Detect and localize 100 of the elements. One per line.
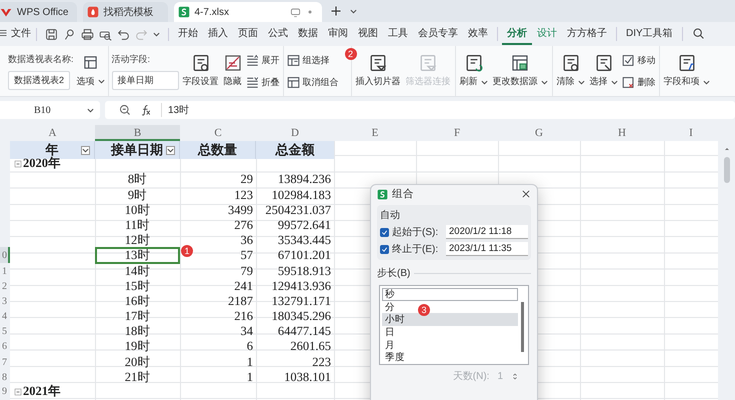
table-cell: 180345.296 (272, 309, 331, 324)
ribbon-tab[interactable]: 开始 (173, 23, 203, 45)
ribbon-tab[interactable]: 会员专享 (413, 23, 463, 45)
table-cell: 36 (240, 233, 253, 248)
file-menu[interactable]: 文件 (0, 23, 36, 45)
step-badge: 1 (181, 245, 193, 258)
list-item[interactable]: 小时 (382, 313, 518, 326)
table-cell[interactable]: 17时 (95, 308, 180, 326)
ungroup-button[interactable]: 取消组合 (286, 76, 339, 88)
end-label: 终止于(E): (392, 242, 438, 256)
pivot-name-field[interactable]: 数据透视表2 (8, 70, 70, 90)
table-cell: 79 (240, 264, 253, 278)
header-cell: 接单日期 (111, 141, 163, 159)
document-tab[interactable]: 找稻壳模板 (82, 2, 168, 22)
end-field[interactable]: 2023/1/1 11:35 (446, 242, 528, 256)
move-button[interactable]: 移动 (622, 54, 656, 66)
table-cell[interactable]: 13时 (95, 247, 180, 264)
table-cell: 29 (240, 172, 253, 188)
step-badge: 2 (344, 48, 357, 60)
table-cell: 123 (234, 188, 253, 203)
change-source-button[interactable]: 更改数据源 (492, 54, 549, 88)
active-field-field[interactable]: 接单日期 (112, 70, 179, 90)
refresh-button[interactable]: 刷新 (458, 54, 489, 88)
table-cell: 35343.445 (278, 233, 331, 248)
ribbon-tab[interactable]: 插入 (203, 23, 233, 45)
ribbon-tab[interactable]: 方方格子 (562, 23, 612, 45)
table-cell: 13894.236 (278, 172, 331, 188)
step-list[interactable]: 秒 分 小时 日 月 季度 3 (379, 285, 529, 365)
document-tab[interactable]: 4-7.xlsx (174, 2, 322, 22)
delete-button[interactable]: 删除 (622, 76, 656, 88)
table-cell[interactable]: 21时 (95, 368, 180, 386)
list-item[interactable]: 季度 (382, 351, 518, 364)
table-cell: 129413.936 (272, 278, 331, 294)
table-cell: 1 (246, 370, 253, 385)
ribbon-tab[interactable]: 视图 (353, 23, 383, 45)
ribbon-tab[interactable]: 审阅 (323, 23, 353, 45)
insert-slicer-button[interactable]: 插入切片器 (354, 54, 402, 88)
group-label: 2020年 (23, 156, 61, 172)
step-badge: 3 (418, 304, 430, 316)
header-cell: 总金额 (276, 141, 314, 159)
document-tab[interactable]: WPS Office (0, 2, 76, 22)
ribbon-tab[interactable]: 工具 (383, 23, 413, 45)
field-settings-button[interactable]: 字段设置 (182, 54, 220, 88)
column-header[interactable]: B (95, 125, 180, 141)
section-label: 自动 (380, 209, 401, 222)
name-box[interactable]: B10 (0, 101, 100, 119)
list-item[interactable]: 月 (382, 338, 518, 352)
ribbon-tab[interactable]: 页面 (233, 23, 263, 45)
table-cell[interactable]: 19时 (95, 338, 180, 356)
ribbon-tab[interactable]: DIY工具箱 (621, 23, 678, 45)
list-item[interactable]: 日 (382, 326, 518, 339)
ribbon-tab[interactable]: 公式 (263, 23, 293, 45)
table-cell: 99572.641 (278, 218, 331, 233)
pivot-name-label: 数据透视表名称: (8, 52, 74, 66)
table-cell: 6 (246, 339, 253, 354)
options-button[interactable]: 选项 (76, 74, 105, 88)
table-cell[interactable]: 20时 (95, 354, 180, 371)
ribbon-tab[interactable]: 数据 (293, 23, 323, 45)
header-cell: 总数量 (198, 141, 237, 159)
table-cell[interactable]: 18时 (95, 323, 180, 340)
hide-button[interactable]: 隐藏 (222, 54, 243, 88)
table-cell: 2601.65 (290, 339, 331, 354)
table-cell: 57 (240, 248, 253, 264)
table-cell: 67101.201 (278, 248, 331, 264)
dialog-title: 组合 (392, 187, 414, 201)
ribbon-tab[interactable]: 效率 (463, 23, 493, 45)
table-cell: 241 (234, 278, 253, 294)
table-cell[interactable]: 8时 (95, 171, 180, 188)
table-cell[interactable]: 15时 (95, 278, 180, 295)
clear-button[interactable]: 清除 (556, 54, 586, 88)
table-cell: 276 (234, 218, 253, 233)
table-cell: 1 (246, 354, 253, 370)
table-cell[interactable]: 11时 (95, 216, 180, 234)
ribbon-tab[interactable]: 设计 (532, 23, 562, 45)
active-field-label: 活动字段: (112, 52, 152, 66)
table-cell: 1038.101 (284, 370, 331, 385)
formula-bar[interactable]: 13时 (105, 101, 735, 119)
table-cell: 64477.145 (278, 324, 331, 340)
days-label: 天数(N): (452, 370, 490, 383)
collapse-button[interactable]: 折叠 (246, 76, 280, 88)
expand-button[interactable]: 展开 (246, 54, 280, 66)
table-cell: 3499 (228, 202, 253, 218)
table-cell[interactable]: 9时 (95, 186, 180, 204)
table-cell: 59518.913 (278, 264, 331, 278)
table-cell: 2504231.037 (265, 202, 331, 218)
table-cell[interactable]: 12时 (95, 232, 180, 250)
fields-items-button[interactable]: 字段和项 (662, 54, 711, 88)
start-field[interactable]: 2020/1/2 11:18 (446, 225, 528, 239)
table-cell: 132791.171 (272, 294, 331, 309)
table-cell[interactable]: 10时 (95, 202, 180, 219)
start-label: 起始于(S): (392, 226, 438, 239)
table-cell[interactable]: 14时 (95, 262, 180, 280)
table-cell: 223 (312, 354, 331, 370)
select-button[interactable]: 选择 (588, 54, 619, 88)
list-item[interactable]: 秒 (382, 288, 518, 301)
table-cell: 2187 (228, 294, 253, 309)
days-value: 1 (497, 370, 503, 382)
table-cell[interactable]: 16时 (95, 292, 180, 310)
section-label: 步长(B) (377, 266, 410, 280)
table-cell: 216 (234, 309, 253, 324)
